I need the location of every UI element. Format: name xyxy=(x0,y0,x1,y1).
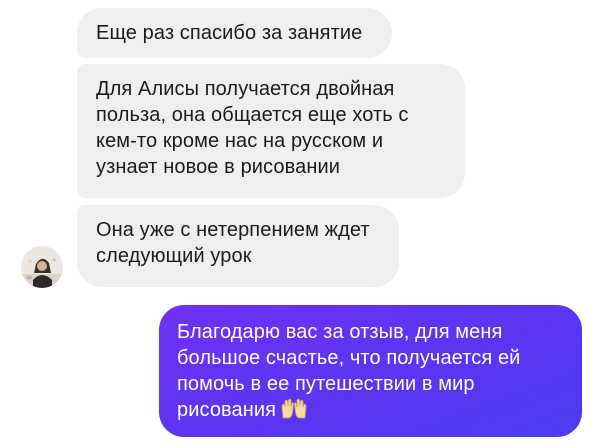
sender-avatar[interactable] xyxy=(21,246,63,288)
message-text-line: Она уже с нетерпением ждет xyxy=(96,219,370,241)
message-text-fragment: рисования xyxy=(177,399,277,421)
message-text-line: следующий урок xyxy=(96,245,252,267)
message-text-line: узнает новое в рисовании xyxy=(96,156,341,178)
message-text-line: кем-то кроме нас на русском и xyxy=(96,130,384,152)
message-text-line: Благодарю вас за отзыв, для меня xyxy=(177,321,503,343)
message-text-line: Еще раз спасибо за занятие xyxy=(96,22,363,44)
avatar-photo xyxy=(21,246,63,288)
message-text-line-last: рисования xyxy=(177,397,564,423)
raising-hands-icon xyxy=(280,398,308,427)
message-text-line: Для Алисы получается двойная xyxy=(96,78,395,100)
incoming-message-bubble[interactable]: Для Алисы получается двойная польза, она… xyxy=(77,64,465,198)
message-text-line: большое счастье, что получается ей xyxy=(177,347,521,369)
incoming-message-bubble[interactable]: Еще раз спасибо за занятие xyxy=(77,8,392,58)
message-text-line: польза, она общается еще хоть с xyxy=(96,104,409,126)
chat-thread: Еще раз спасибо за занятие Для Алисы пол… xyxy=(0,0,591,444)
incoming-message-bubble[interactable]: Она уже с нетерпением ждет следующий уро… xyxy=(77,205,399,287)
message-text-line: помочь в ее путешествии в мир xyxy=(177,373,475,395)
outgoing-message-bubble[interactable]: Благодарю вас за отзыв, для меня большое… xyxy=(159,305,582,437)
